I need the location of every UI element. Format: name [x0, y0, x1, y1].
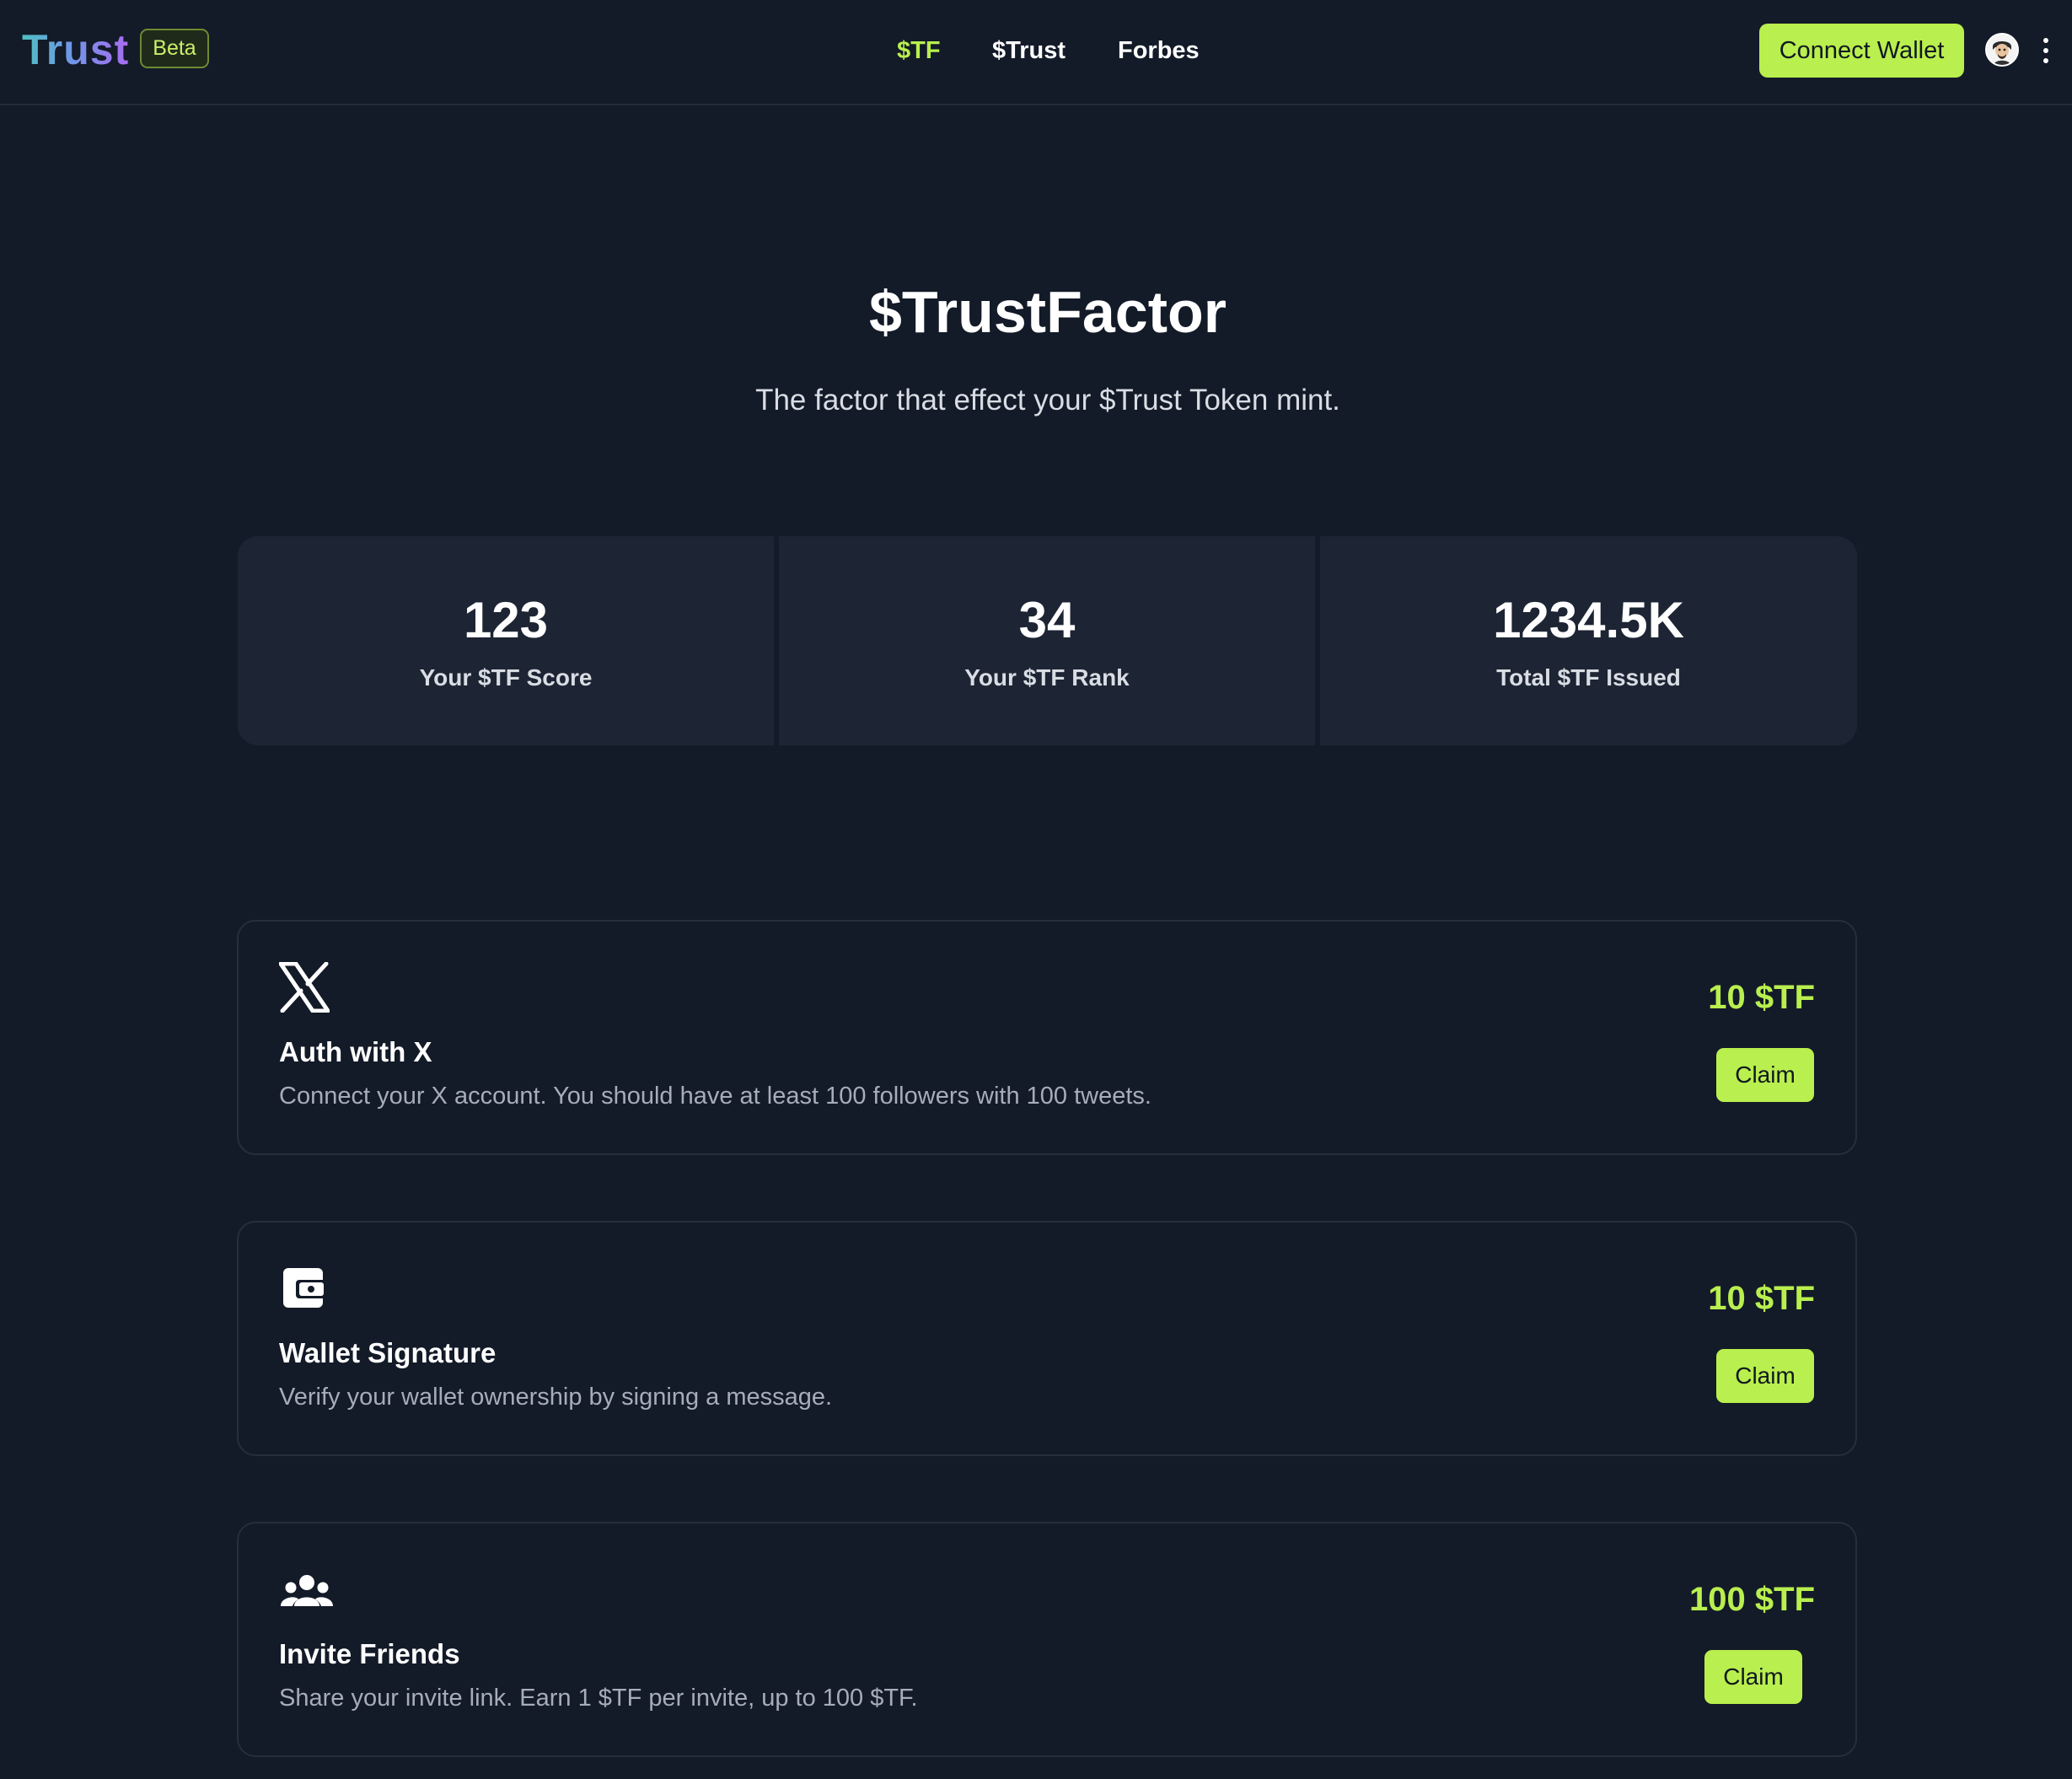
task-title: Wallet Signature — [279, 1337, 497, 1368]
top-navigation-bar: Trust Beta $TF $Trust Forbes Connect Wal… — [0, 0, 2072, 105]
task-reward: 10 $TF — [1708, 1280, 1815, 1317]
task-reward: 10 $TF — [1708, 979, 1815, 1016]
stat-label: Your $TF Rank — [964, 664, 1130, 691]
connect-wallet-button[interactable]: Connect Wallet — [1759, 24, 1964, 78]
task-card-invite-friends: Invite Friends Share your invite link. E… — [237, 1522, 1857, 1757]
task-reward: 100 $TF — [1689, 1581, 1815, 1618]
brand-logo[interactable]: Trust — [22, 24, 129, 76]
kebab-menu-icon[interactable] — [2033, 34, 2059, 67]
nav-item-forbes[interactable]: Forbes — [1118, 34, 1200, 67]
page-subtitle: The factor that effect your $Trust Token… — [755, 384, 1340, 417]
stat-label: Total $TF Issued — [1496, 664, 1681, 691]
stat-value: 1234.5K — [1493, 592, 1684, 648]
task-title: Invite Friends — [279, 1638, 460, 1669]
stat-total-issued: 1234.5K Total $TF Issued — [1320, 536, 1857, 745]
user-avatar-icon[interactable] — [1985, 33, 2019, 67]
page-title: $TrustFactor — [869, 279, 1227, 345]
users-icon — [279, 1564, 335, 1620]
task-description: Verify your wallet ownership by signing … — [279, 1384, 833, 1411]
claim-button[interactable]: Claim — [1704, 1650, 1802, 1704]
stat-score: 123 Your $TF Score — [238, 536, 774, 745]
stats-panel: 123 Your $TF Score 34 Your $TF Rank 1234… — [238, 536, 1857, 745]
task-card-auth-x: Auth with X Connect your X account. You … — [237, 920, 1857, 1155]
claim-button[interactable]: Claim — [1716, 1349, 1814, 1403]
nav-item-trust[interactable]: $Trust — [992, 34, 1066, 67]
x-logo-icon — [278, 961, 335, 1018]
nav-item-tf[interactable]: $TF — [897, 34, 941, 67]
claim-button[interactable]: Claim — [1716, 1048, 1814, 1102]
wallet-icon — [279, 1263, 335, 1319]
stat-rank: 34 Your $TF Rank — [779, 536, 1315, 745]
task-title: Auth with X — [279, 1036, 432, 1067]
task-description: Connect your X account. You should have … — [279, 1083, 1151, 1110]
beta-badge: Beta — [140, 29, 209, 68]
task-card-wallet-signature: Wallet Signature Verify your wallet owne… — [237, 1221, 1857, 1456]
stat-value: 123 — [463, 592, 549, 648]
stat-value: 34 — [1018, 592, 1076, 648]
task-description: Share your invite link. Earn 1 $TF per i… — [279, 1685, 918, 1712]
stat-label: Your $TF Score — [419, 664, 593, 691]
